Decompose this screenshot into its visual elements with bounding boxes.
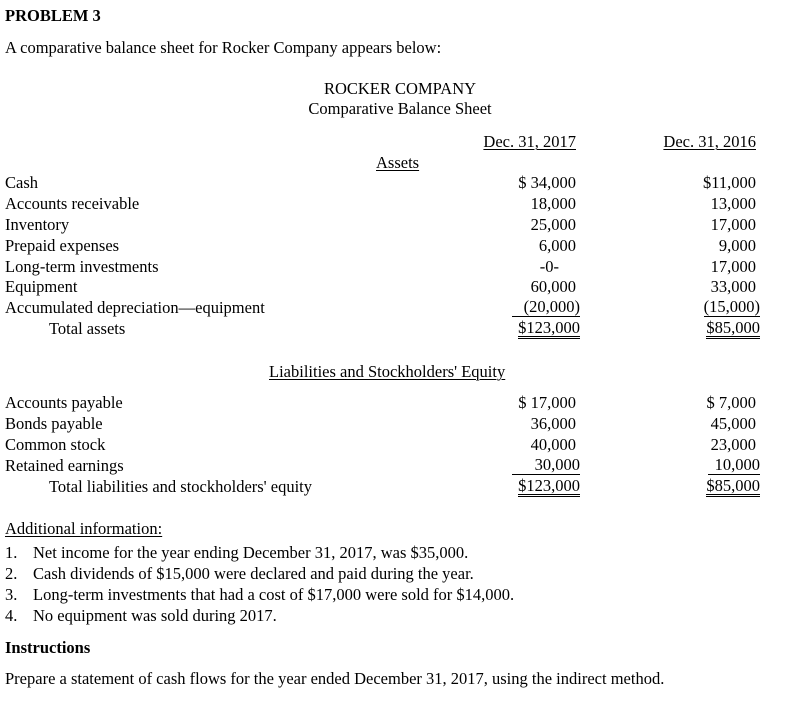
item-text: Net income for the year ending December …	[33, 543, 469, 562]
value-2016: $ 7,000	[706, 393, 757, 412]
value-2017: 18,000	[530, 194, 576, 213]
total-2017: $123,000	[518, 476, 580, 497]
total-label: Total liabilities and stockholders' equi…	[49, 477, 313, 496]
problem-intro: A comparative balance sheet for Rocker C…	[5, 38, 442, 57]
value-2016: 23,000	[710, 435, 756, 454]
row-label: Cash	[5, 173, 38, 192]
company-name: ROCKER COMPANY	[323, 79, 477, 98]
value-2017: -0-	[539, 257, 559, 276]
assets-heading: Assets	[376, 153, 420, 172]
value-2016: $11,000	[702, 173, 756, 192]
value-2016: 13,000	[710, 194, 756, 213]
additional-heading: Additional information:	[5, 519, 163, 538]
value-2016: 9,000	[718, 236, 756, 255]
row-label: Bonds payable	[5, 414, 103, 433]
item-number: 4.	[5, 606, 18, 625]
value-2017: $ 34,000	[518, 173, 576, 192]
value-2017: 40,000	[530, 435, 576, 454]
item-number: 2.	[5, 564, 18, 583]
total-2016: $85,000	[706, 318, 760, 339]
item-text: No equipment was sold during 2017.	[33, 606, 277, 625]
value-2016: 10,000	[708, 456, 760, 475]
value-2016: (15,000)	[703, 297, 760, 317]
value-2017: 6,000	[538, 236, 576, 255]
value-2017: 60,000	[530, 277, 576, 296]
row-label: Equipment	[5, 277, 78, 296]
row-label: Accounts payable	[5, 393, 123, 412]
value-2017: (20,000)	[512, 298, 580, 317]
row-label: Inventory	[5, 215, 70, 234]
instructions-heading: Instructions	[5, 638, 91, 657]
row-label: Accumulated depreciation—equipment	[5, 298, 265, 317]
total-2017: $123,000	[518, 318, 580, 339]
value-2016: 17,000	[710, 215, 756, 234]
problem-title: PROBLEM 3	[5, 6, 101, 25]
item-text: Long-term investments that had a cost of…	[33, 585, 515, 604]
value-2016: 45,000	[710, 414, 756, 433]
row-label: Common stock	[5, 435, 106, 454]
value-2017: 25,000	[530, 215, 576, 234]
liabilities-heading: Liabilities and Stockholders' Equity	[269, 362, 506, 381]
row-label: Prepaid expenses	[5, 236, 120, 255]
total-2016: $85,000	[706, 476, 760, 497]
row-label: Long-term investments	[5, 257, 159, 276]
value-2017: $ 17,000	[518, 393, 576, 412]
instructions-text: Prepare a statement of cash flows for th…	[5, 669, 665, 688]
value-2016: 33,000	[710, 277, 756, 296]
statement-name: Comparative Balance Sheet	[308, 99, 492, 118]
value-2017: 36,000	[530, 414, 576, 433]
col-header-2017: Dec. 31, 2017	[483, 132, 576, 151]
item-number: 1.	[5, 543, 18, 562]
row-label: Retained earnings	[5, 456, 124, 475]
total-label: Total assets	[49, 319, 126, 338]
value-2016: 17,000	[710, 257, 756, 276]
col-header-2016: Dec. 31, 2016	[663, 132, 756, 151]
row-label: Accounts receivable	[5, 194, 140, 213]
value-2017: 30,000	[512, 456, 580, 475]
item-number: 3.	[5, 585, 18, 604]
item-text: Cash dividends of $15,000 were declared …	[33, 564, 474, 583]
